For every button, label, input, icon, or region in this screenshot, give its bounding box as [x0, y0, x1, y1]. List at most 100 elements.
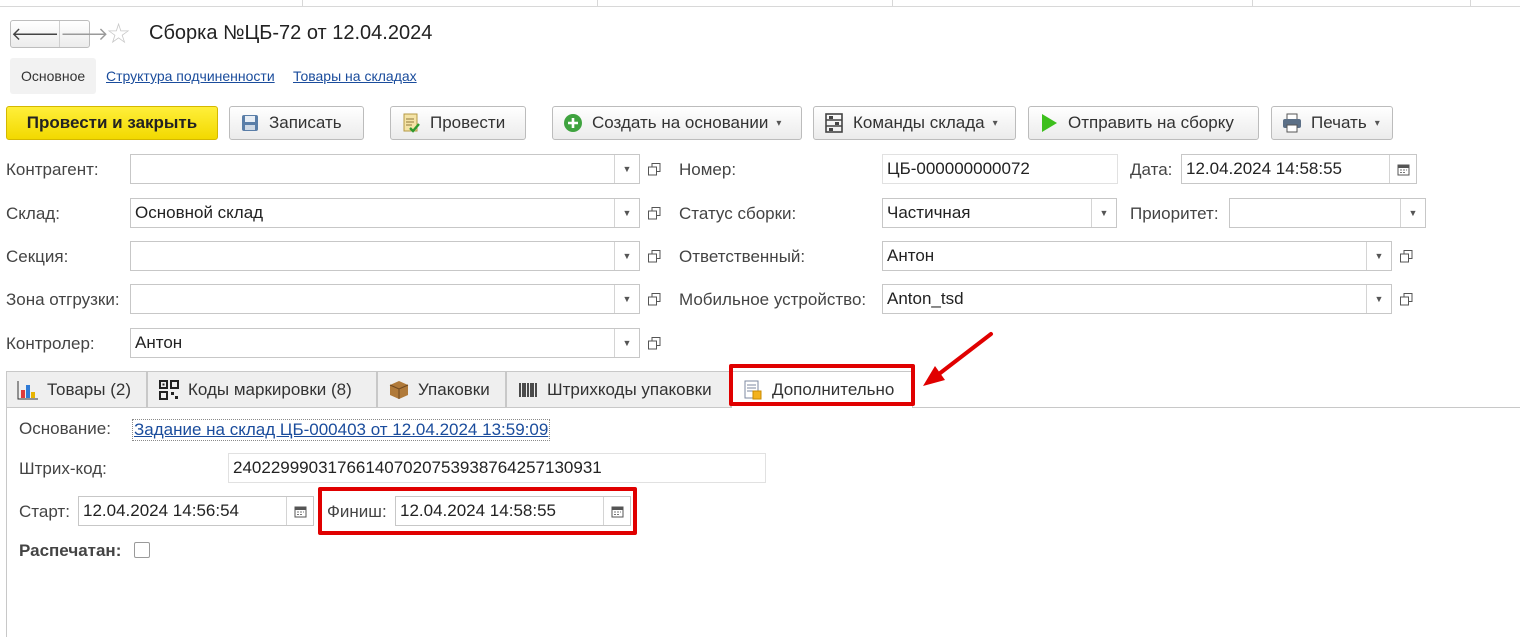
subtab-subordination[interactable]: Структура подчиненности: [106, 58, 275, 94]
priority-label: Приоритет:: [1130, 204, 1219, 223]
create-based-on-button[interactable]: Создать на основании ▾: [552, 106, 802, 140]
back-button[interactable]: 🡐: [11, 21, 59, 47]
tab-goods-label: Товары (2): [47, 379, 131, 399]
post-and-close-label: Провести и закрыть: [26, 113, 198, 132]
play-icon: [1042, 114, 1057, 132]
chevron-down-icon: ▾: [776, 117, 782, 129]
warehouse-rack-icon: [825, 113, 843, 133]
basis-label: Основание:: [19, 419, 111, 438]
date-label: Дата:: [1130, 160, 1173, 179]
barcode-label: Штрих-код:: [19, 459, 107, 478]
open-form-icon[interactable]: [644, 246, 664, 266]
print-button[interactable]: Печать ▾: [1271, 106, 1393, 140]
controller-field[interactable]: Антон ▼: [130, 328, 640, 358]
dropdown-arrow-icon[interactable]: ▼: [614, 242, 639, 270]
favorite-star-icon[interactable]: ☆: [106, 19, 131, 49]
barcode-field[interactable]: 240229990317661407020753938764257130931: [228, 453, 766, 483]
page-title: Сборка №ЦБ-72 от 12.04.2024: [149, 22, 433, 44]
open-form-icon[interactable]: [644, 159, 664, 179]
arrow-left-icon: 🡐: [11, 23, 60, 44]
warehouse-commands-label: Команды склада: [853, 113, 985, 132]
number-label: Номер:: [679, 160, 737, 179]
calendar-icon[interactable]: [286, 497, 313, 525]
chevron-down-icon: ▾: [992, 117, 998, 129]
subtab-stock[interactable]: Товары на складах: [293, 58, 417, 94]
basis-link[interactable]: Задание на склад ЦБ-000403 от 12.04.2024…: [132, 419, 551, 441]
shipping-zone-field[interactable]: ▼: [130, 284, 640, 314]
forward-button[interactable]: 🡒: [59, 21, 109, 47]
calendar-icon[interactable]: [1389, 155, 1416, 183]
post-and-close-button[interactable]: Провести и закрыть: [6, 106, 218, 140]
responsible-field[interactable]: Антон ▼: [882, 241, 1392, 271]
responsible-value: Антон: [887, 246, 935, 265]
post-label: Провести: [430, 113, 506, 132]
dropdown-arrow-icon[interactable]: ▼: [614, 285, 639, 313]
dropdown-arrow-icon[interactable]: ▼: [614, 199, 639, 227]
dropdown-arrow-icon[interactable]: ▼: [1400, 199, 1425, 227]
create-based-on-label: Создать на основании: [592, 113, 769, 132]
save-button[interactable]: Записать: [229, 106, 364, 140]
highlight-frame-tab: [729, 364, 915, 406]
printer-icon: [1283, 113, 1301, 133]
send-to-assembly-label: Отправить на сборку: [1068, 113, 1234, 132]
counterparty-label: Контрагент:: [6, 160, 99, 179]
start-label: Старт:: [19, 502, 70, 521]
printed-label: Распечатан:: [19, 541, 122, 560]
warehouse-field[interactable]: Основной склад ▼: [130, 198, 640, 228]
tab-marking-codes[interactable]: Коды маркировки (8): [147, 371, 377, 407]
open-form-icon[interactable]: [644, 203, 664, 223]
tab-marking-codes-label: Коды маркировки (8): [188, 379, 352, 399]
subtab-main[interactable]: Основное: [10, 58, 97, 94]
send-to-assembly-button[interactable]: Отправить на сборку: [1028, 106, 1259, 140]
section-field[interactable]: ▼: [130, 241, 640, 271]
controller-label: Контролер:: [6, 334, 95, 353]
date-field[interactable]: 12.04.2024 14:58:55: [1181, 154, 1417, 184]
window-top-strip: [0, 0, 1520, 7]
tab-packages[interactable]: Упаковки: [377, 371, 506, 407]
save-label: Записать: [269, 113, 342, 132]
post-button[interactable]: Провести: [390, 106, 526, 140]
mobile-device-field[interactable]: Anton_tsd ▼: [882, 284, 1392, 314]
open-form-icon[interactable]: [644, 333, 664, 353]
number-value: ЦБ-000000000072: [887, 159, 1030, 178]
responsible-label: Ответственный:: [679, 247, 806, 266]
tab-packages-label: Упаковки: [418, 379, 490, 399]
mobile-device-label: Мобильное устройство:: [679, 290, 867, 309]
date-value: 12.04.2024 14:58:55: [1186, 159, 1342, 178]
start-value: 12.04.2024 14:56:54: [83, 501, 239, 520]
priority-field[interactable]: ▼: [1229, 198, 1426, 228]
mobile-device-value: Anton_tsd: [887, 289, 964, 308]
shipping-zone-label: Зона отгрузки:: [6, 290, 120, 309]
warehouse-commands-button[interactable]: Команды склада ▾: [813, 106, 1016, 140]
open-form-icon[interactable]: [1396, 289, 1416, 309]
dropdown-arrow-icon[interactable]: ▼: [1366, 242, 1391, 270]
start-field[interactable]: 12.04.2024 14:56:54: [78, 496, 314, 526]
arrow-right-icon: 🡒: [60, 23, 109, 44]
qr-code-icon: [159, 379, 179, 400]
printed-checkbox[interactable]: [134, 542, 150, 558]
tab-package-barcodes-label: Штрихкоды упаковки: [547, 379, 712, 399]
assembly-status-value: Частичная: [887, 203, 971, 222]
chevron-down-icon: ▾: [1374, 117, 1380, 129]
warehouse-label: Склад:: [6, 204, 60, 223]
open-form-icon[interactable]: [1396, 246, 1416, 266]
controller-value: Антон: [135, 333, 183, 352]
number-field[interactable]: ЦБ-000000000072: [882, 154, 1118, 184]
section-label: Секция:: [6, 247, 69, 266]
box-icon: [389, 380, 409, 399]
dropdown-arrow-icon[interactable]: ▼: [1091, 199, 1116, 227]
assembly-status-field[interactable]: Частичная ▼: [882, 198, 1117, 228]
floppy-disk-icon: [242, 115, 258, 131]
counterparty-field[interactable]: ▼: [130, 154, 640, 184]
dropdown-arrow-icon[interactable]: ▼: [614, 329, 639, 357]
nav-buttons: 🡐 🡒: [10, 20, 109, 48]
tab-goods[interactable]: Товары (2): [6, 371, 147, 407]
tab-package-barcodes[interactable]: Штрихкоды упаковки: [506, 371, 731, 407]
open-form-icon[interactable]: [644, 289, 664, 309]
plus-circle-icon: [564, 114, 582, 132]
highlight-frame-finish: [318, 487, 637, 535]
dropdown-arrow-icon[interactable]: ▼: [614, 155, 639, 183]
barcode-icon: [519, 382, 537, 397]
warehouse-value: Основной склад: [135, 203, 264, 222]
dropdown-arrow-icon[interactable]: ▼: [1366, 285, 1391, 313]
